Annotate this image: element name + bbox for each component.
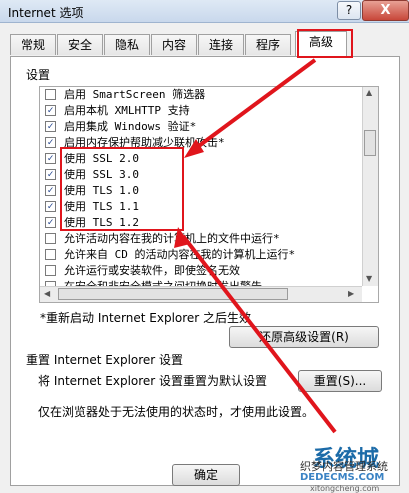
annotation-arrows	[174, 58, 337, 434]
arrow-to-tab-icon	[184, 58, 317, 158]
watermark-line2: DEDECMS.COM	[300, 472, 385, 483]
watermark-line3: xitongcheng.com	[310, 484, 380, 493]
arrow-to-options-icon	[174, 227, 337, 434]
